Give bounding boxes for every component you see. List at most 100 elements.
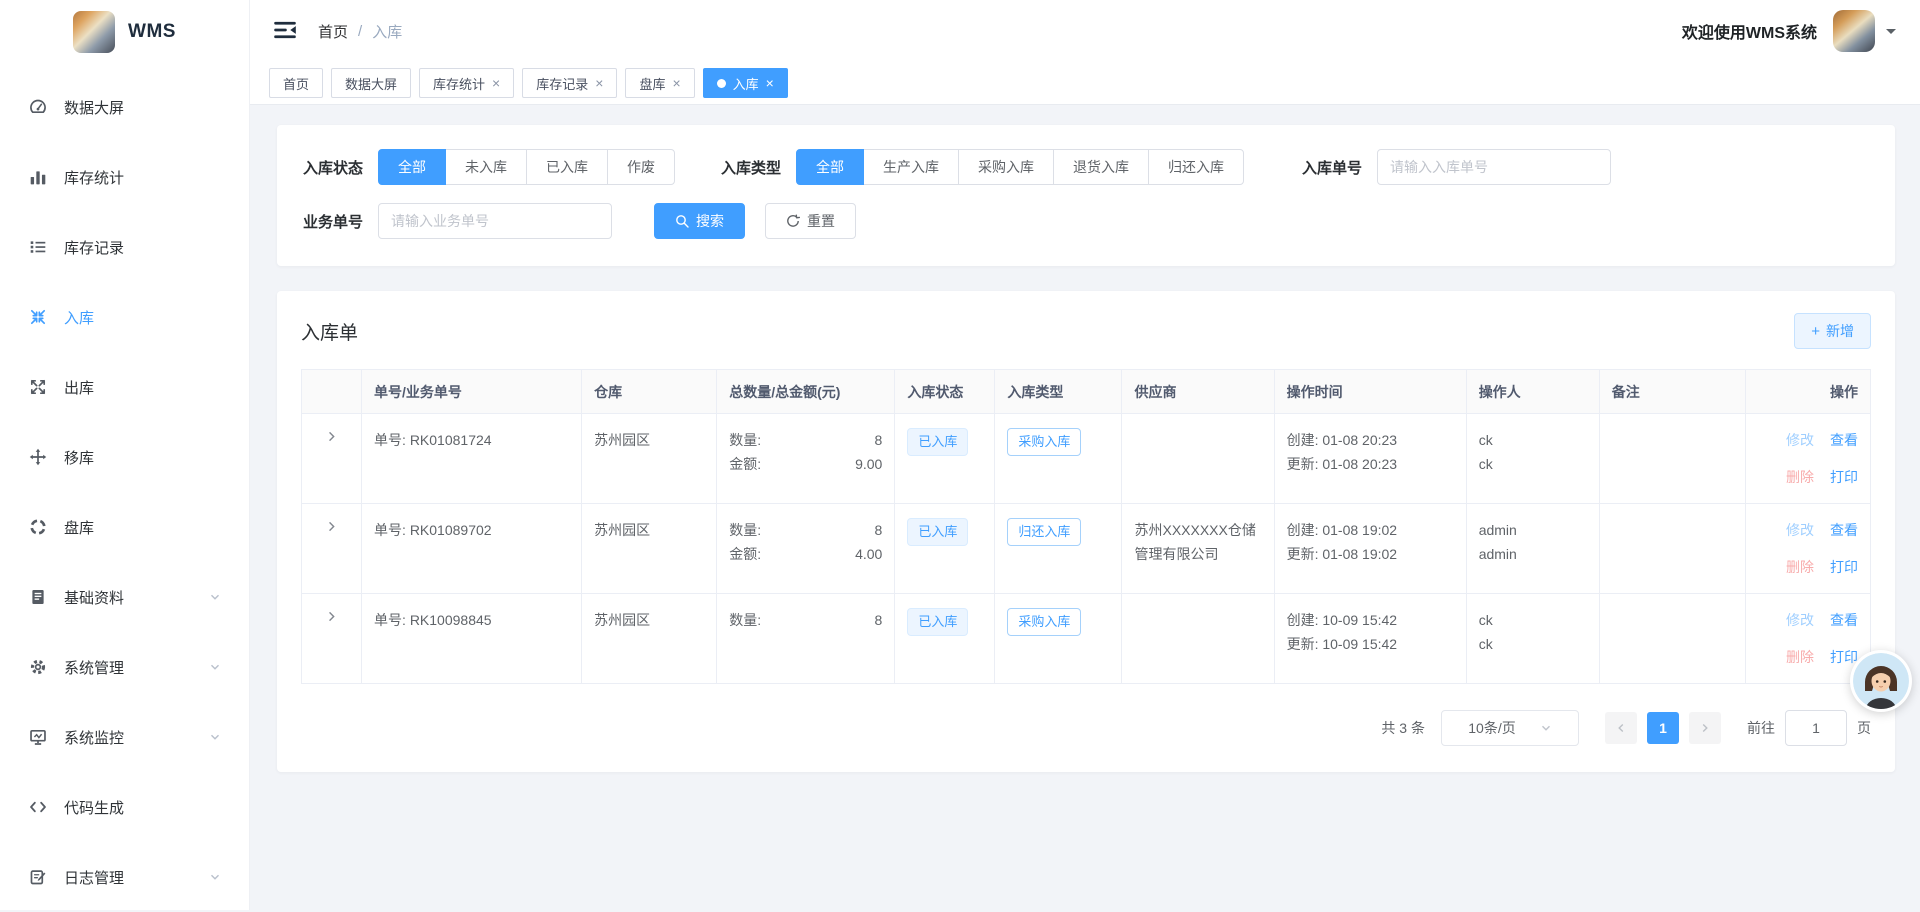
row-expand-button[interactable] — [323, 518, 340, 538]
delete-link[interactable]: 删除 — [1786, 645, 1814, 669]
business-no-input[interactable] — [378, 203, 612, 239]
status-filter-group: 全部 未入库 已入库 作废 — [378, 149, 675, 185]
add-button-label: 新增 — [1826, 321, 1854, 341]
delete-link[interactable]: 删除 — [1786, 555, 1814, 579]
tab-stocktake[interactable]: 盘库 — [625, 68, 694, 98]
user-menu-caret-icon[interactable] — [1886, 29, 1896, 39]
sidebar-item-outbound[interactable]: 出库 — [0, 352, 249, 422]
col-qty-amount: 总数量/总金额(元) — [717, 370, 895, 414]
search-button[interactable]: 搜索 — [654, 203, 745, 239]
delete-link[interactable]: 删除 — [1786, 465, 1814, 489]
log-icon — [28, 867, 48, 887]
sidebar-item-label: 数据大屏 — [64, 97, 124, 118]
sidebar-item-label: 库存统计 — [64, 167, 124, 188]
operator-updated: ck — [1479, 452, 1587, 476]
order-no-prefix: 单号: — [374, 432, 406, 448]
breadcrumb-home[interactable]: 首页 — [318, 21, 348, 42]
view-link[interactable]: 查看 — [1830, 428, 1858, 452]
app-root: WMS 数据大屏 库存统计 库存记录 — [0, 0, 1920, 910]
type-giveback-button[interactable]: 归还入库 — [1148, 149, 1244, 185]
sidebar-item-code-gen[interactable]: 代码生成 — [0, 772, 249, 842]
updated-value: 01-08 19:02 — [1322, 546, 1397, 562]
assistant-avatar[interactable] — [1850, 650, 1912, 712]
sidebar-item-log-management[interactable]: 日志管理 — [0, 842, 249, 912]
order-no-prefix: 单号: — [374, 612, 406, 628]
sidebar-item-system-monitor[interactable]: 系统监控 — [0, 702, 249, 772]
top-right: 欢迎使用WMS系统 — [1682, 10, 1896, 52]
total-count: 共 3 条 — [1381, 718, 1425, 738]
tab-home[interactable]: 首页 — [269, 68, 323, 98]
page-buttons: 1 — [1605, 712, 1721, 744]
amount-value: 4.00 — [855, 542, 882, 566]
goto-page-input[interactable] — [1785, 710, 1847, 746]
status-badge: 已入库 — [907, 428, 968, 456]
edit-link[interactable]: 修改 — [1786, 428, 1814, 452]
view-link[interactable]: 查看 — [1830, 518, 1858, 542]
search-icon — [675, 214, 689, 228]
type-return-button[interactable]: 退货入库 — [1053, 149, 1149, 185]
sidebar-item-inbound[interactable]: 入库 — [0, 282, 249, 352]
row-expand-button[interactable] — [323, 428, 340, 448]
status-void-button[interactable]: 作废 — [607, 149, 675, 185]
tab-label: 库存记录 — [536, 74, 588, 93]
sidebar-item-label: 系统管理 — [64, 657, 124, 678]
close-icon[interactable] — [492, 76, 500, 90]
sidebar-item-label: 库存记录 — [64, 237, 124, 258]
goto-label: 前往 — [1747, 718, 1775, 738]
tab-inbound[interactable]: 入库 — [703, 68, 788, 98]
chevron-down-icon — [209, 731, 221, 743]
view-link[interactable]: 查看 — [1830, 608, 1858, 632]
sidebar-item-base-data[interactable]: 基础资料 — [0, 562, 249, 632]
page-1-button[interactable]: 1 — [1647, 712, 1679, 744]
close-icon[interactable] — [595, 76, 603, 90]
edit-link[interactable]: 修改 — [1786, 518, 1814, 542]
order-no-input[interactable] — [1377, 149, 1611, 185]
operator-created: ck — [1479, 428, 1587, 452]
close-icon[interactable] — [766, 76, 774, 90]
type-badge: 归还入库 — [1007, 518, 1081, 546]
inbound-table: 单号/业务单号 仓库 总数量/总金额(元) 入库状态 入库类型 供应商 操作时间… — [301, 369, 1871, 684]
sidebar-item-move[interactable]: 移库 — [0, 422, 249, 492]
user-avatar[interactable] — [1833, 10, 1875, 52]
sidebar-item-stocktake[interactable]: 盘库 — [0, 492, 249, 562]
created-value: 10-09 15:42 — [1322, 612, 1397, 628]
close-icon[interactable] — [672, 76, 680, 90]
sidebar-item-stock-stats[interactable]: 库存统计 — [0, 142, 249, 212]
sidebar-item-data-screen[interactable]: 数据大屏 — [0, 72, 249, 142]
tab-label: 数据大屏 — [345, 74, 397, 93]
prev-page-button[interactable] — [1605, 712, 1637, 744]
updated-value: 01-08 20:23 — [1322, 456, 1397, 472]
refresh-icon — [786, 214, 800, 228]
col-remark: 备注 — [1599, 370, 1745, 414]
sidebar-item-system-management[interactable]: 系统管理 — [0, 632, 249, 702]
tab-stock-stats[interactable]: 库存统计 — [419, 68, 514, 98]
chevron-right-icon — [1699, 722, 1711, 734]
tab-label: 库存统计 — [433, 74, 485, 93]
type-purchase-button[interactable]: 采购入库 — [958, 149, 1054, 185]
inbound-icon — [28, 307, 48, 327]
list-icon — [28, 237, 48, 257]
filter-row-1: 入库状态 全部 未入库 已入库 作废 入库类型 全部 生产入库 采购入库 退货入… — [303, 149, 1869, 185]
sidebar-item-stock-records[interactable]: 库存记录 — [0, 212, 249, 282]
status-not-in-button[interactable]: 未入库 — [445, 149, 527, 185]
type-all-button[interactable]: 全部 — [796, 149, 864, 185]
type-production-button[interactable]: 生产入库 — [863, 149, 959, 185]
tab-data-screen[interactable]: 数据大屏 — [331, 68, 411, 98]
page-size-select[interactable]: 10条/页 — [1441, 710, 1579, 746]
add-button[interactable]: 新增 — [1794, 313, 1871, 349]
row-expand-button[interactable] — [323, 608, 340, 628]
move-icon — [28, 447, 48, 467]
print-link[interactable]: 打印 — [1830, 555, 1858, 579]
reset-button[interactable]: 重置 — [765, 203, 856, 239]
status-all-button[interactable]: 全部 — [378, 149, 446, 185]
print-link[interactable]: 打印 — [1830, 465, 1858, 489]
edit-link[interactable]: 修改 — [1786, 608, 1814, 632]
order-no-value: RK10098845 — [410, 612, 492, 628]
tab-stock-records[interactable]: 库存记录 — [522, 68, 617, 98]
status-in-button[interactable]: 已入库 — [526, 149, 608, 185]
col-supplier: 供应商 — [1122, 370, 1274, 414]
sidebar-toggle-button[interactable] — [272, 18, 298, 44]
search-button-label: 搜索 — [696, 211, 724, 231]
created-label: 创建: — [1287, 432, 1319, 448]
next-page-button[interactable] — [1689, 712, 1721, 744]
